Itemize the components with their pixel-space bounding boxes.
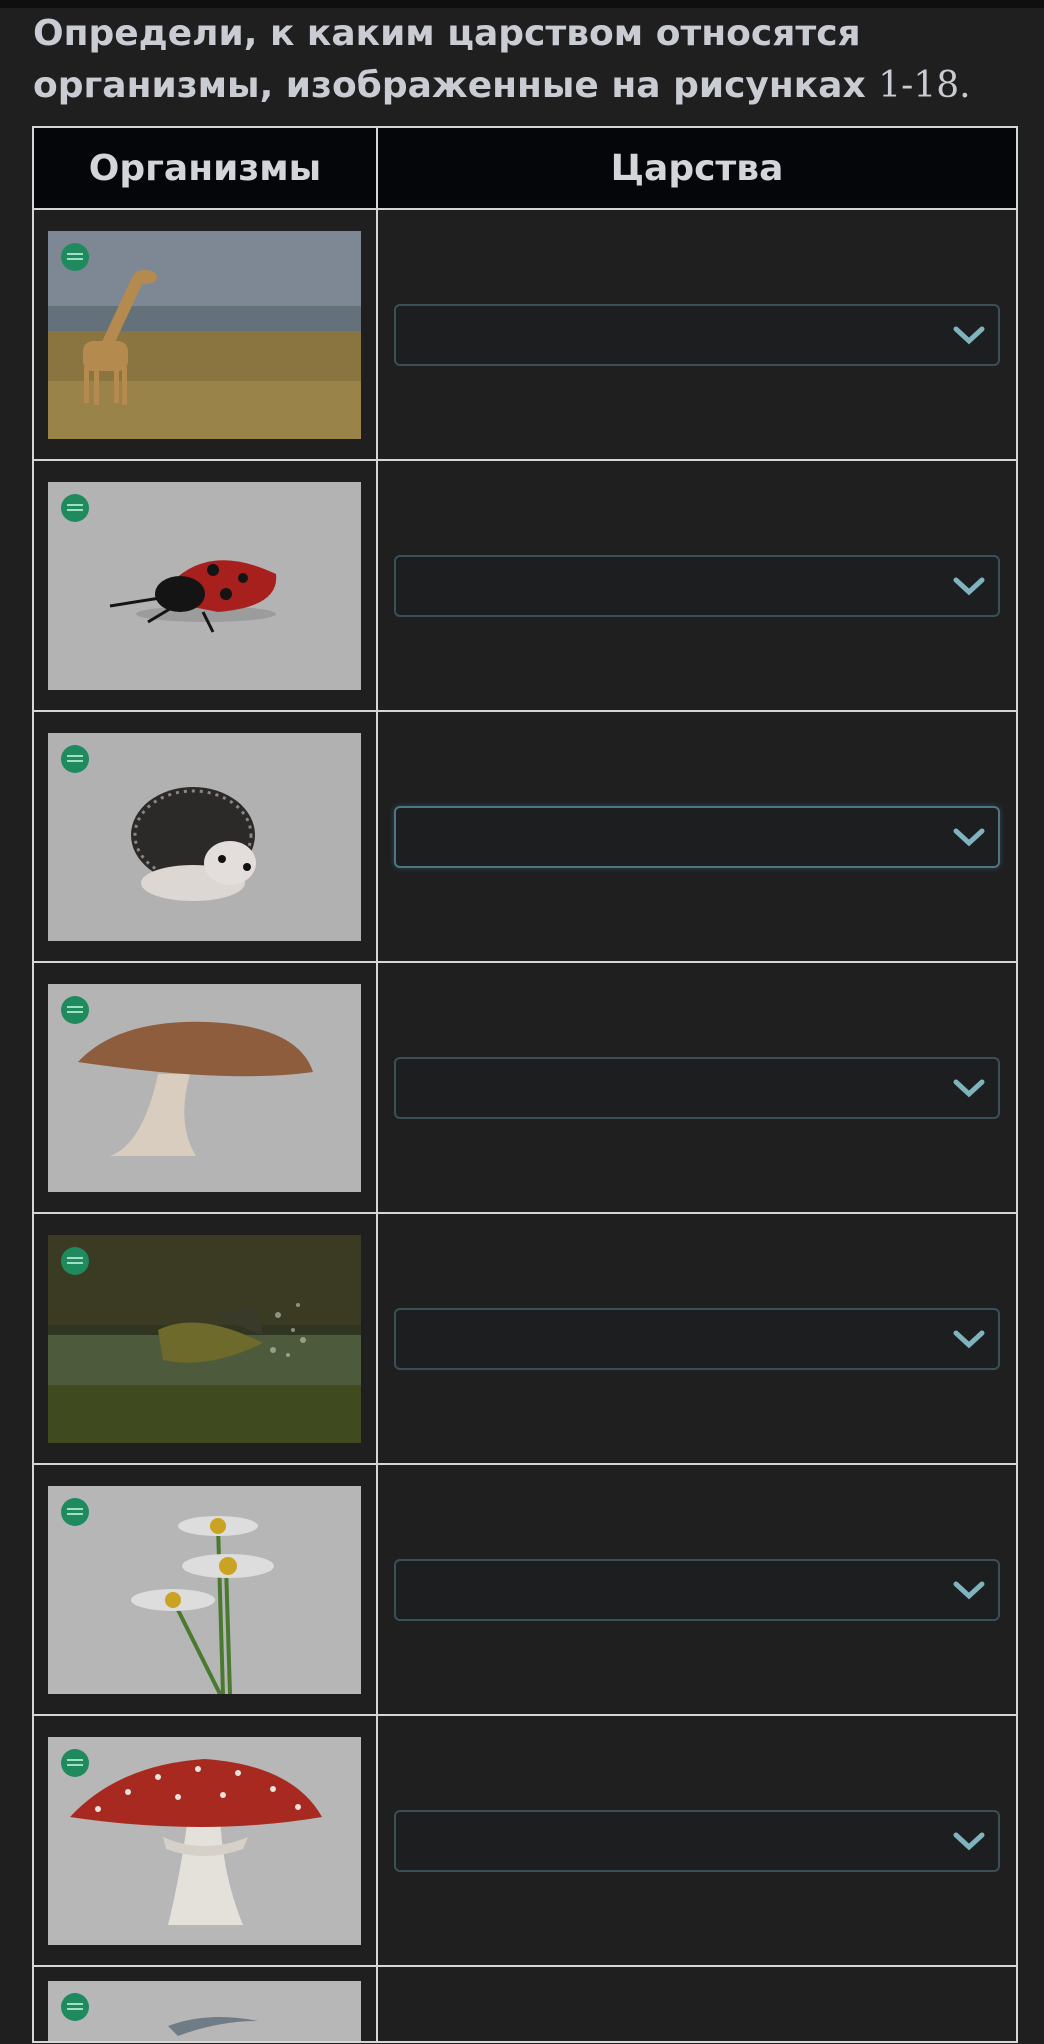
question-line1: Определи, к каким царством относятся <box>33 13 861 54</box>
chevron-down-icon <box>953 828 985 846</box>
brand-logo <box>61 1748 89 1777</box>
kingdom-select[interactable] <box>394 1307 1000 1370</box>
table-header-row: Организмы Царства <box>32 126 1018 210</box>
kingdom-cell <box>376 1714 1018 1967</box>
brand-logo <box>61 242 89 271</box>
giraffe-image <box>48 230 361 439</box>
brand-logo <box>61 744 89 773</box>
fly-agaric-image <box>48 1736 361 1945</box>
chevron-down-icon <box>953 1330 985 1348</box>
chevron-down-icon <box>953 326 985 344</box>
chamomile-image <box>48 1485 361 1694</box>
brand-logo <box>61 1497 89 1526</box>
table-row <box>32 208 1018 461</box>
kingdom-cell <box>376 459 1018 712</box>
dolphin-image <box>48 1981 361 2041</box>
matching-table: Организмы Царства <box>32 126 1018 2043</box>
kingdom-select[interactable] <box>394 1809 1000 1872</box>
kingdom-select[interactable] <box>394 554 1000 617</box>
hedgehog-image <box>48 732 361 941</box>
brand-logo <box>61 1246 89 1275</box>
chevron-down-icon <box>953 1832 985 1850</box>
organism-cell <box>32 1463 378 1716</box>
table-row <box>32 1965 1018 2043</box>
brand-logo <box>61 493 89 522</box>
chevron-down-icon <box>953 1581 985 1599</box>
kingdom-select[interactable] <box>394 1558 1000 1621</box>
brand-logo <box>61 995 89 1024</box>
bolete-mushroom-image <box>48 983 361 1192</box>
table-row <box>32 1212 1018 1465</box>
perch-fish-image <box>48 1234 361 1443</box>
top-bar <box>0 0 1044 8</box>
organism-cell <box>32 961 378 1214</box>
header-organisms: Организмы <box>32 126 378 210</box>
table-row <box>32 710 1018 963</box>
organism-cell <box>32 710 378 963</box>
table-row <box>32 459 1018 712</box>
chevron-down-icon <box>953 577 985 595</box>
kingdom-cell <box>376 1463 1018 1716</box>
organism-cell <box>32 1714 378 1967</box>
ladybug-image <box>48 481 361 690</box>
question-range: 1-18. <box>878 65 971 106</box>
table-row <box>32 1714 1018 1967</box>
kingdom-cell <box>376 961 1018 1214</box>
table-row <box>32 1463 1018 1716</box>
kingdom-select[interactable] <box>394 1056 1000 1119</box>
kingdom-cell <box>376 208 1018 461</box>
kingdom-select[interactable] <box>394 805 1000 868</box>
chevron-down-icon <box>953 1079 985 1097</box>
organism-cell <box>32 459 378 712</box>
header-kingdoms: Царства <box>376 126 1018 210</box>
organism-cell <box>32 208 378 461</box>
kingdom-cell <box>376 1212 1018 1465</box>
kingdom-cell <box>376 1965 1018 2043</box>
organism-cell <box>32 1212 378 1465</box>
question-line2: организмы, изображенные на рисунках <box>33 65 866 106</box>
table-row <box>32 961 1018 1214</box>
kingdom-cell <box>376 710 1018 963</box>
kingdom-select[interactable] <box>394 303 1000 366</box>
organism-cell <box>32 1965 378 2043</box>
question-title: Определи, к каким царством относятся орг… <box>33 8 993 112</box>
brand-logo <box>61 1993 89 2021</box>
